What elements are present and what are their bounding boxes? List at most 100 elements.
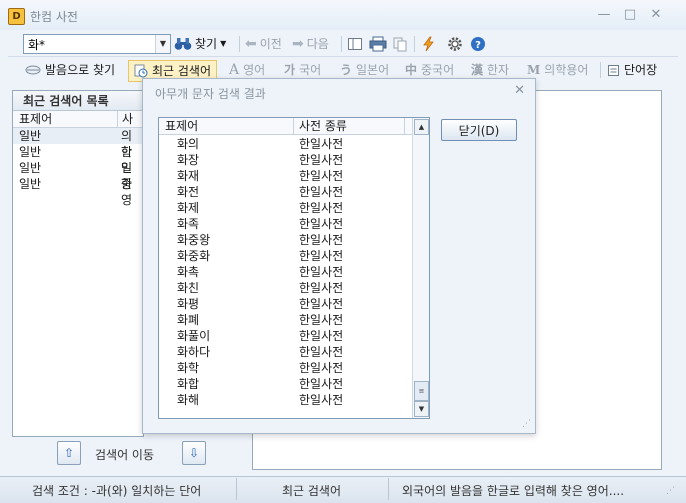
next-button-label: 다음	[306, 37, 329, 51]
close-window-button[interactable]: ✕	[648, 8, 664, 22]
minimize-button[interactable]: —	[596, 8, 612, 22]
search-result-list[interactable]: 표제어 사전 종류 화의 한일사전 화장 한일사전 화재 한일사전 화전 한일사전 화제…	[158, 117, 430, 419]
result-word: 화재	[177, 169, 200, 183]
english-icon: A	[229, 62, 240, 78]
result-word: 화중왕	[177, 233, 211, 247]
gear-icon	[448, 37, 462, 51]
pronunciation-search-button[interactable]: 발음으로 찾기	[25, 60, 115, 80]
window-title: 한컴 사전	[30, 10, 78, 24]
result-row[interactable]: 화학 한일사전	[159, 360, 412, 376]
result-row[interactable]: 화폐 한일사전	[159, 312, 412, 328]
column-header-dictionary-type[interactable]: 사전 종류	[293, 118, 347, 134]
result-word: 화전	[177, 185, 200, 199]
search-history-dropdown[interactable]: ▼	[155, 35, 170, 53]
move-down-button[interactable]: ⇩	[182, 441, 206, 465]
wordbook-label: 단어장	[624, 63, 658, 77]
result-dictionary: 한일사전	[299, 185, 344, 199]
print-button[interactable]	[369, 36, 387, 55]
lang-chinese-button[interactable]: 中 중국어	[405, 60, 454, 80]
close-dialog-button[interactable]: 닫기(D)	[441, 119, 517, 141]
hanja-icon: 漢	[471, 63, 484, 77]
lang-medical-button[interactable]: M 의학용어	[527, 60, 588, 80]
arrow-left-icon: ⬅	[245, 36, 257, 52]
scroll-up-button[interactable]: ▲	[414, 119, 429, 135]
toolbar-divider	[341, 36, 342, 52]
recent-list-row[interactable]: 일반 한일	[13, 144, 143, 175]
result-dictionary: 한일사전	[299, 233, 344, 247]
next-button[interactable]: ➡ 다음	[292, 34, 329, 54]
prev-button[interactable]: ⬅ 이전	[245, 34, 282, 54]
app-icon: D	[8, 8, 25, 25]
recent-list-header: 표제어 사전	[13, 111, 143, 143]
result-row[interactable]: 화중왕 한일사전	[159, 232, 412, 248]
clock-page-icon	[134, 64, 148, 78]
search-options-arrow-icon[interactable]: ▼	[220, 34, 226, 54]
lang-korean-button[interactable]: 가 국어	[284, 60, 321, 80]
lang-english-button[interactable]: A 영어	[229, 60, 265, 80]
result-word: 화풀이	[177, 329, 211, 343]
result-word: 화중화	[177, 249, 211, 263]
result-dictionary: 한일사전	[299, 201, 344, 215]
toolbar-divider	[414, 36, 415, 52]
result-word: 화족	[177, 217, 200, 231]
dialog-title: 아무개 문자 검색 결과	[155, 87, 266, 101]
lang-hanja-button[interactable]: 漢 한자	[471, 60, 509, 80]
settings-button[interactable]	[447, 36, 463, 55]
column-header-word[interactable]: 표제어	[165, 118, 198, 134]
search-combobox[interactable]: ▼	[23, 34, 171, 54]
layout-toggle-button[interactable]	[347, 36, 363, 55]
lang-japanese-button[interactable]: う 일본어	[340, 60, 389, 80]
recent-list-row[interactable]: 일반 의학	[13, 128, 143, 159]
result-row[interactable]: 화촉 한일사전	[159, 264, 412, 280]
result-dictionary: 한일사전	[299, 361, 344, 375]
move-up-button[interactable]: ⇧	[57, 441, 81, 465]
result-word: 화촉	[177, 265, 200, 279]
result-row[interactable]: 화합 한일사전	[159, 376, 412, 392]
maximize-button[interactable]: □	[622, 8, 638, 22]
search-input[interactable]	[24, 35, 152, 53]
scroll-thumb[interactable]: ≡	[414, 381, 429, 401]
result-row[interactable]: 화평 한일사전	[159, 296, 412, 312]
result-dictionary: 한일사전	[299, 377, 344, 391]
help-button[interactable]: ?	[470, 36, 486, 55]
recent-list-row[interactable]: 일반 민중	[13, 160, 143, 191]
copy-button[interactable]	[392, 36, 408, 55]
result-dictionary: 한일사전	[299, 297, 344, 311]
prev-button-label: 이전	[259, 37, 282, 51]
status-divider	[236, 478, 237, 500]
scroll-down-button[interactable]: ▼	[414, 401, 429, 417]
recent-list-row[interactable]: 일반 한영	[13, 176, 143, 207]
dialog-resize-grip-icon[interactable]: ⋰	[522, 419, 531, 429]
result-word: 화친	[177, 281, 200, 295]
dialog-close-icon[interactable]: ✕	[514, 83, 525, 98]
lang-english-label: 영어	[243, 63, 266, 77]
result-word: 화학	[177, 361, 200, 375]
toolbar-divider	[239, 36, 240, 52]
quick-search-button[interactable]	[420, 36, 436, 55]
result-row[interactable]: 화하다 한일사전	[159, 344, 412, 360]
result-word: 화장	[177, 153, 200, 167]
recent-search-list-title: 최근 검색어 목록	[13, 91, 143, 111]
result-row[interactable]: 화해 한일사전	[159, 392, 412, 408]
result-word: 화하다	[177, 345, 211, 359]
result-row[interactable]: 화장 한일사전	[159, 152, 412, 168]
result-row[interactable]: 화족 한일사전	[159, 216, 412, 232]
result-row[interactable]: 화의 한일사전	[159, 136, 412, 152]
result-row[interactable]: 화제 한일사전	[159, 200, 412, 216]
result-dictionary: 한일사전	[299, 281, 344, 295]
search-button[interactable]: 찾기 ▼	[174, 34, 226, 54]
wordbook-button[interactable]: 단어장	[607, 60, 657, 80]
column-header-word[interactable]: 표제어	[19, 111, 52, 127]
result-row[interactable]: 화중화 한일사전	[159, 248, 412, 264]
result-row[interactable]: 화전 한일사전	[159, 184, 412, 200]
japanese-icon: う	[340, 63, 353, 77]
result-row[interactable]: 화재 한일사전	[159, 168, 412, 184]
result-scrollbar[interactable]: ▲ ≡ ▼	[412, 118, 429, 418]
lang-hanja-label: 한자	[487, 63, 510, 77]
result-row[interactable]: 화풀이 한일사전	[159, 328, 412, 344]
resize-grip-icon[interactable]: ⋰	[666, 486, 675, 496]
split-view-icon	[348, 38, 362, 50]
result-row[interactable]: 화친 한일사전	[159, 280, 412, 296]
lang-medical-label: 의학용어	[544, 63, 589, 77]
recent-row-word: 일반	[19, 129, 42, 143]
